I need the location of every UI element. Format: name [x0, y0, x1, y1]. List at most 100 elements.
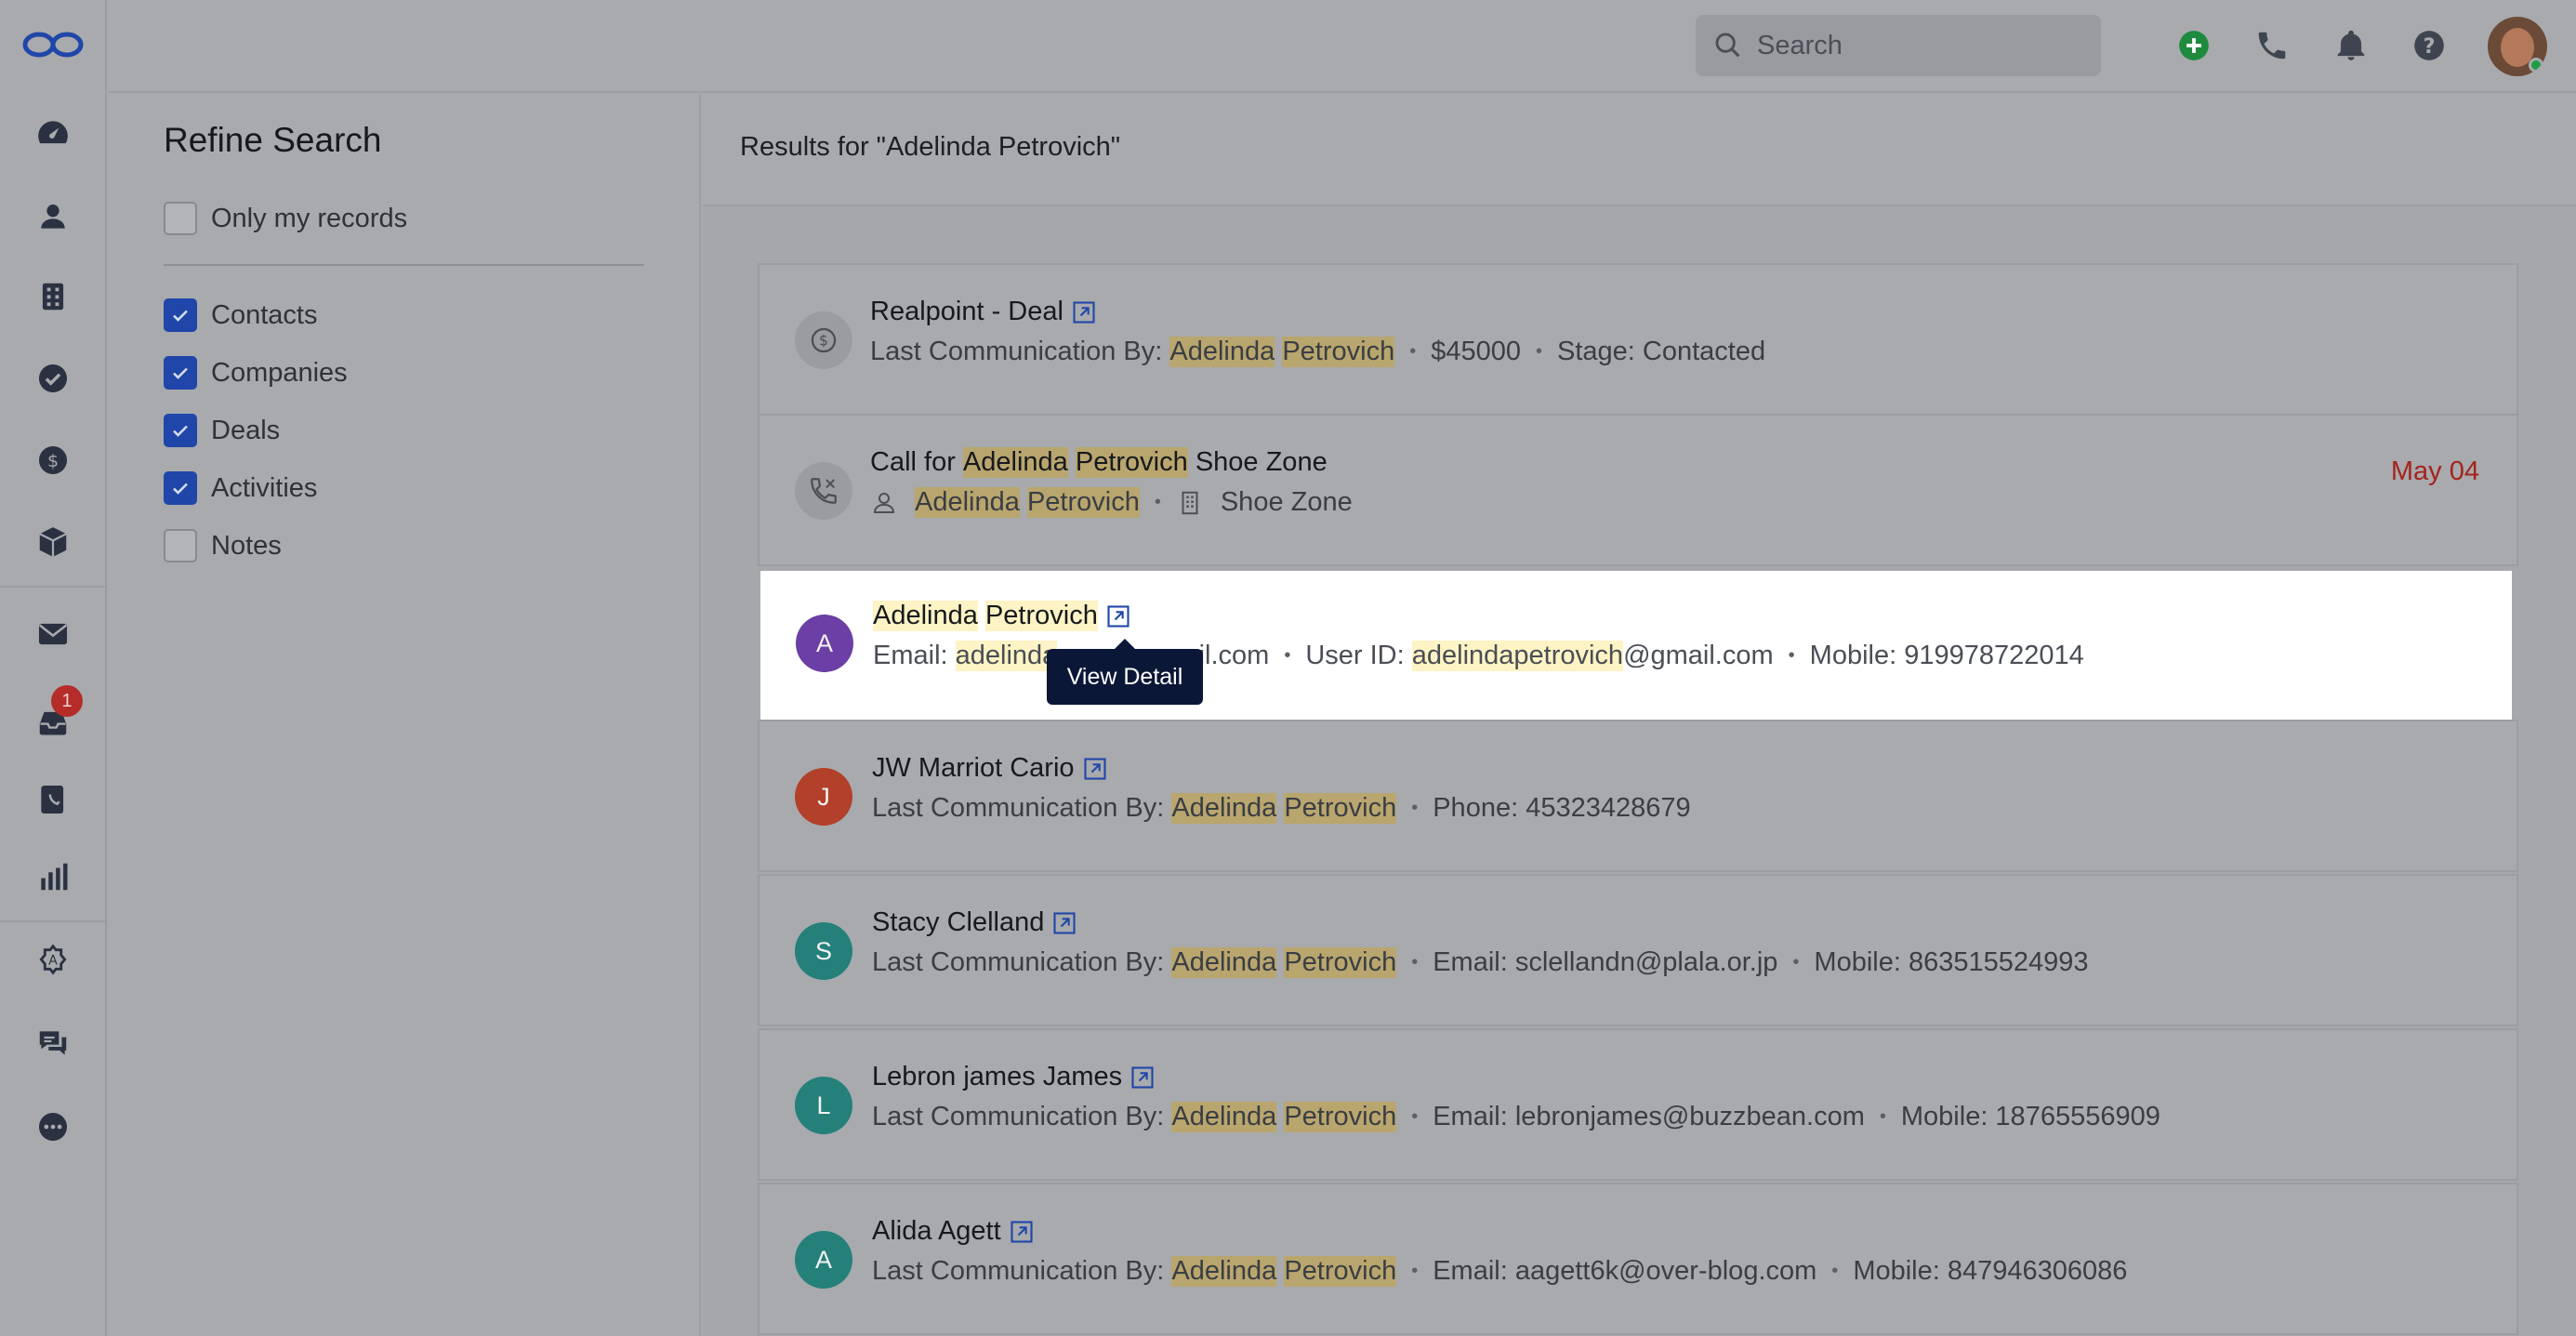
- phone-book-icon[interactable]: [30, 776, 76, 823]
- checkbox-box[interactable]: [164, 471, 197, 505]
- result-title: Lebron james James: [872, 1062, 1156, 1092]
- open-external-icon[interactable]: [1105, 603, 1131, 629]
- checkbox-label: Deals: [211, 415, 281, 445]
- result-card-contact[interactable]: A Alida Agett Last Communication By: Ade…: [758, 1183, 2518, 1335]
- result-title-text: Alida Agett: [872, 1216, 1001, 1246]
- tasks-icon[interactable]: [30, 355, 76, 402]
- open-external-icon[interactable]: [1051, 910, 1077, 936]
- more-icon[interactable]: [30, 1104, 76, 1150]
- result-phone: Phone: 45323428679: [1433, 793, 1691, 823]
- open-external-icon[interactable]: [1082, 756, 1108, 782]
- checkbox-label: Companies: [211, 357, 348, 388]
- reports-icon[interactable]: [30, 853, 76, 900]
- company-name: Shoe Zone: [1220, 487, 1353, 517]
- userid-label: User ID:: [1305, 641, 1405, 670]
- deal-type-icon: $: [795, 311, 852, 369]
- refine-title: Refine Search: [164, 121, 382, 159]
- svg-text:$: $: [47, 451, 59, 471]
- result-title: Adelinda Petrovich: [873, 601, 1131, 631]
- mail-icon[interactable]: [30, 611, 76, 657]
- only-my-records-checkbox[interactable]: Only my records: [164, 200, 407, 237]
- result-mobile: Mobile: 18765556909: [1900, 1102, 2160, 1131]
- last-comm-label: Last Communication By:: [872, 793, 1165, 823]
- chat-icon[interactable]: [30, 1020, 76, 1066]
- checkbox-box[interactable]: [164, 414, 197, 447]
- checkbox-box[interactable]: [164, 298, 197, 332]
- separator-dot: •: [1879, 1106, 1886, 1127]
- app-logo-icon[interactable]: [20, 26, 86, 63]
- checkbox-label: Notes: [211, 530, 282, 561]
- highlight-first: Adelinda: [1171, 1256, 1277, 1287]
- highlight-last: Petrovich: [984, 601, 1098, 631]
- building-icon: [1176, 489, 1204, 517]
- filter-activities[interactable]: Activities: [164, 470, 317, 507]
- results-header: Results for "Adelinda Petrovich": [703, 95, 2576, 206]
- help-icon[interactable]: ?: [2408, 24, 2451, 67]
- results-heading: Results for "Adelinda Petrovich": [740, 132, 1121, 162]
- separator-dot: •: [1411, 1261, 1419, 1281]
- bell-icon[interactable]: [2330, 24, 2372, 67]
- svg-text:A: A: [48, 954, 58, 969]
- checkbox-box[interactable]: [164, 356, 197, 390]
- contact-avatar: A: [795, 1231, 852, 1289]
- open-external-icon[interactable]: [1009, 1219, 1035, 1245]
- rail-divider: [0, 920, 107, 922]
- filter-companies[interactable]: Companies: [164, 354, 348, 391]
- highlight-first: Adelinda: [1171, 947, 1277, 978]
- search-input[interactable]: [1757, 30, 2092, 61]
- refine-divider: [164, 264, 644, 266]
- open-external-icon[interactable]: [1071, 299, 1097, 325]
- result-title: JW Marriot Cario: [872, 753, 1108, 784]
- result-title: Alida Agett: [872, 1216, 1035, 1247]
- highlight-first: Adelinda: [1169, 337, 1275, 367]
- company-avatar: J: [795, 768, 852, 826]
- companies-icon[interactable]: [30, 273, 76, 320]
- filter-deals[interactable]: Deals: [164, 412, 280, 449]
- global-search[interactable]: [1696, 15, 2101, 76]
- result-card-contact[interactable]: A Adelinda Petrovich Email: adelinda mai…: [760, 571, 2512, 720]
- separator-dot: •: [1536, 341, 1543, 362]
- person-icon: [870, 489, 898, 517]
- dashboard-icon[interactable]: [30, 110, 76, 156]
- highlight-first: Adelinda: [915, 487, 1020, 518]
- automation-icon[interactable]: A: [30, 936, 76, 983]
- contact-avatar: L: [795, 1077, 852, 1134]
- title-suffix: Shoe Zone: [1195, 447, 1328, 477]
- result-title: Stacy Clelland: [872, 907, 1077, 938]
- result-card-contact[interactable]: L Lebron james James Last Communication …: [758, 1028, 2518, 1181]
- result-meta: Last Communication By: Adelinda Petrovic…: [872, 1256, 2127, 1287]
- highlight-last: Petrovich: [1026, 487, 1140, 518]
- checkbox-box[interactable]: [164, 202, 197, 235]
- result-meta: Last Communication By: Adelinda Petrovic…: [872, 1102, 2160, 1132]
- separator-dot: •: [1411, 798, 1419, 818]
- result-card-deal[interactable]: $ Realpoint - Deal Last Communication By…: [758, 263, 2518, 416]
- filter-notes[interactable]: Notes: [164, 527, 282, 564]
- contact-mobile: Mobile: 919978722014: [1809, 641, 2084, 670]
- contacts-icon[interactable]: [30, 193, 76, 240]
- open-external-icon[interactable]: [1129, 1065, 1156, 1091]
- phone-icon[interactable]: [2251, 24, 2293, 67]
- result-card-contact[interactable]: S Stacy Clelland Last Communication By: …: [758, 874, 2518, 1026]
- highlight-last: Petrovich: [1284, 947, 1397, 978]
- filter-contacts[interactable]: Contacts: [164, 297, 317, 334]
- view-detail-tooltip: View Detail: [1047, 639, 1203, 705]
- notification-badge: 1: [51, 685, 83, 717]
- checkbox-box[interactable]: [164, 529, 197, 562]
- online-status-dot: [2529, 58, 2543, 73]
- result-title: Realpoint - Deal: [870, 297, 1097, 327]
- deals-icon[interactable]: $: [30, 437, 76, 483]
- products-icon[interactable]: [30, 519, 76, 565]
- add-icon[interactable]: [2173, 24, 2215, 67]
- result-card-activity[interactable]: Call for Adelinda Petrovich Shoe Zone Ad…: [758, 414, 2518, 566]
- avatar-initial: J: [817, 782, 830, 811]
- result-email: Email: lebronjames@buzzbean.com: [1433, 1102, 1865, 1131]
- nav-rail: $ 1 A: [0, 0, 107, 1336]
- deal-stage: Stage: Contacted: [1557, 337, 1766, 366]
- result-mobile: Mobile: 847946306086: [1853, 1256, 2128, 1286]
- result-title-text: Realpoint - Deal: [870, 297, 1063, 326]
- deal-amount: $45000: [1431, 337, 1521, 366]
- user-avatar[interactable]: [2488, 17, 2547, 76]
- result-card-company[interactable]: J JW Marriot Cario Last Communication By…: [758, 720, 2518, 872]
- email-label: Email:: [873, 641, 948, 670]
- result-meta: Adelinda Petrovich • Shoe Zone: [870, 487, 1353, 518]
